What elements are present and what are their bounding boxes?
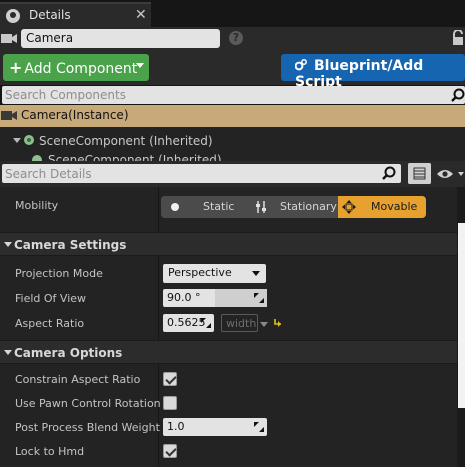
projection-mode-value: Perspective: [168, 266, 232, 279]
lock-hmd-row: Lock to Hmd: [0, 439, 457, 463]
gears-icon: [295, 59, 307, 71]
aspect-ratio-value: 0.5625: [167, 316, 206, 329]
scrollbar-thumb[interactable]: [458, 223, 465, 408]
add-component-label: Add Component: [24, 61, 138, 77]
aspect-ratio-row: Aspect Ratio 0.5625 width: [0, 310, 457, 335]
scene-component-icon: [32, 155, 42, 161]
blueprint-add-script-button[interactable]: Blueprint/Add Script: [281, 54, 465, 90]
tree-item-instance[interactable]: Camera(Instance): [0, 105, 465, 127]
projection-mode-dropdown[interactable]: Perspective: [163, 264, 266, 283]
chevron-down-icon[interactable]: [260, 322, 268, 327]
projection-mode-label: Projection Mode: [15, 267, 103, 280]
close-icon[interactable]: ✕: [135, 7, 147, 23]
projection-mode-row: Projection Mode Perspective: [0, 260, 457, 285]
blend-weight-input[interactable]: 1.0: [163, 418, 267, 436]
actor-row: Camera ?: [0, 27, 465, 51]
details-search-icon: [6, 9, 20, 23]
search-icon: [451, 88, 465, 102]
stationary-icon: [256, 201, 266, 213]
category-camera-settings[interactable]: Camera Settings: [0, 232, 457, 256]
component-tree: Camera(Instance) SceneComponent (Inherit…: [0, 105, 465, 161]
search-icon: [382, 166, 396, 180]
help-icon[interactable]: ?: [229, 31, 243, 45]
tab-bar: Details ✕: [0, 0, 465, 27]
details-tab[interactable]: Details ✕: [0, 2, 151, 27]
category-title: Camera Settings: [14, 238, 127, 252]
actor-name-field[interactable]: Camera: [21, 29, 220, 48]
component-search: [2, 86, 465, 104]
details-panel: Mobility Static Stationary Movable Camer…: [0, 187, 457, 467]
category-camera-options[interactable]: Camera Options: [0, 340, 457, 364]
constrain-aspect-row: Constrain Aspect Ratio: [0, 367, 457, 391]
details-search: [2, 164, 401, 183]
pawn-rotation-row: Use Pawn Control Rotation: [0, 391, 457, 415]
mobility-stationary[interactable]: Stationary: [250, 196, 338, 218]
chevron-down-icon: [136, 63, 144, 68]
fov-input[interactable]: 90.0 °: [163, 289, 267, 307]
constrain-aspect-checkbox[interactable]: [163, 372, 177, 386]
blend-weight-label: Post Process Blend Weight: [15, 421, 160, 434]
fov-row: Field Of View 90.0 °: [0, 285, 457, 310]
details-search-input[interactable]: [5, 165, 375, 182]
mobility-row: Mobility Static Stationary Movable: [0, 187, 457, 225]
blend-weight-value: 1.0: [167, 420, 185, 433]
mobility-selector: Static Stationary Movable: [161, 196, 426, 218]
aspect-preset-value: width: [226, 317, 257, 330]
mobility-movable[interactable]: Movable: [338, 196, 426, 218]
chevron-down-icon: [4, 242, 12, 247]
resize-arrows-icon: [254, 293, 264, 303]
mobility-label: Mobility: [15, 199, 59, 212]
pawn-rotation-checkbox[interactable]: [163, 396, 177, 410]
blend-weight-row: Post Process Blend Weight 1.0: [0, 415, 457, 439]
aspect-preset-dropdown[interactable]: width: [221, 314, 258, 332]
scene-component-icon: [24, 135, 34, 145]
mobility-static[interactable]: Static: [161, 196, 249, 218]
add-component-button[interactable]: + Add Component: [3, 54, 149, 81]
static-label: Static: [203, 200, 235, 213]
tree-item-label: Camera(Instance): [21, 108, 129, 122]
resize-arrows-icon: [254, 422, 264, 432]
property-matrix-icon[interactable]: [408, 163, 431, 184]
button-row: + Add Component Blueprint/Add Script: [0, 51, 465, 90]
tree-item-scene-component-2[interactable]: SceneComponent (Inherited): [48, 153, 222, 161]
stationary-label: Stationary: [280, 200, 337, 213]
reset-arrow-icon[interactable]: [273, 318, 282, 328]
lock-hmd-label: Lock to Hmd: [15, 445, 85, 458]
fov-label: Field Of View: [15, 292, 87, 305]
category-title: Camera Options: [14, 346, 123, 360]
camera-icon: [1, 111, 17, 120]
aspect-ratio-label: Aspect Ratio: [15, 317, 85, 330]
static-icon: [171, 203, 179, 211]
component-search-input[interactable]: [5, 87, 445, 103]
plus-icon: +: [9, 58, 23, 77]
move-arrows-icon: [342, 200, 356, 214]
constrain-aspect-label: Constrain Aspect Ratio: [15, 373, 141, 386]
tree-item-scene-component[interactable]: SceneComponent (Inherited): [39, 134, 213, 148]
movable-label: Movable: [371, 200, 418, 213]
fov-value: 90.0 °: [167, 291, 201, 304]
lock-icon[interactable]: [451, 30, 465, 46]
camera-icon: [1, 34, 17, 43]
details-toolbar: [0, 161, 465, 187]
chevron-down-icon: [252, 271, 260, 276]
chevron-down-icon: [4, 350, 12, 355]
aspect-ratio-input[interactable]: 0.5625: [163, 314, 214, 332]
eye-icon[interactable]: [434, 164, 465, 184]
expander-icon[interactable]: [13, 138, 21, 143]
tab-title: Details: [29, 8, 71, 22]
lock-hmd-checkbox[interactable]: [163, 444, 177, 458]
pawn-rotation-label: Use Pawn Control Rotation: [15, 397, 161, 410]
resize-arrows-icon: [201, 318, 211, 328]
